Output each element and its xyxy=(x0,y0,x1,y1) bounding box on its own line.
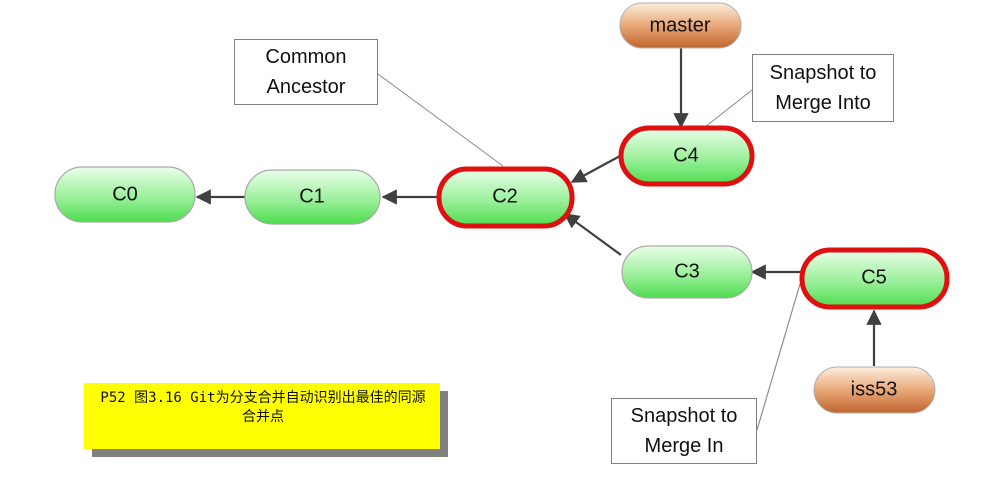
commit-c5: C5 xyxy=(799,247,950,310)
commit-c2: C2 xyxy=(436,166,575,229)
branch-master: master xyxy=(619,2,742,49)
callout-merge-in: Snapshot to Merge In xyxy=(611,398,757,464)
callout-leader-merge-into xyxy=(699,89,753,132)
commit-c5-label: C5 xyxy=(861,266,887,288)
commit-c1-label: C1 xyxy=(299,185,325,207)
figure-caption: P52 图3.16 Git为分支合并自动识别出最佳的同源合并点 xyxy=(84,383,440,449)
commit-c0: C0 xyxy=(54,166,196,223)
callout-common-ancestor-line1: Common xyxy=(265,46,347,68)
commit-c3-label: C3 xyxy=(674,260,700,282)
commit-c4-label: C4 xyxy=(673,144,699,166)
callout-common-ancestor-line2: Ancestor xyxy=(266,76,346,98)
commit-c2-label: C2 xyxy=(492,185,518,207)
branch-iss53-label: iss53 xyxy=(851,378,898,400)
callout-leader-merge-in-2 xyxy=(756,283,801,431)
callout-merge-in-line2: Merge In xyxy=(644,435,724,457)
callout-common-ancestor: Common Ancestor xyxy=(234,39,378,105)
callout-merge-into-line1: Snapshot to xyxy=(769,62,877,84)
callout-merge-into-line2: Merge Into xyxy=(775,92,871,114)
branch-iss53: iss53 xyxy=(813,366,936,414)
commit-c0-label: C0 xyxy=(112,183,138,205)
commit-c1: C1 xyxy=(244,169,381,225)
edge-c3-to-c2 xyxy=(563,213,622,256)
callout-merge-in-line1: Snapshot to xyxy=(630,405,738,427)
branch-master-label: master xyxy=(649,14,710,36)
edge-c4-to-c2 xyxy=(570,155,621,183)
commit-c4: C4 xyxy=(618,125,755,187)
commit-c3: C3 xyxy=(621,245,753,299)
callout-leader-common-ancestor xyxy=(377,73,504,167)
callout-merge-into: Snapshot to Merge Into xyxy=(752,54,894,122)
